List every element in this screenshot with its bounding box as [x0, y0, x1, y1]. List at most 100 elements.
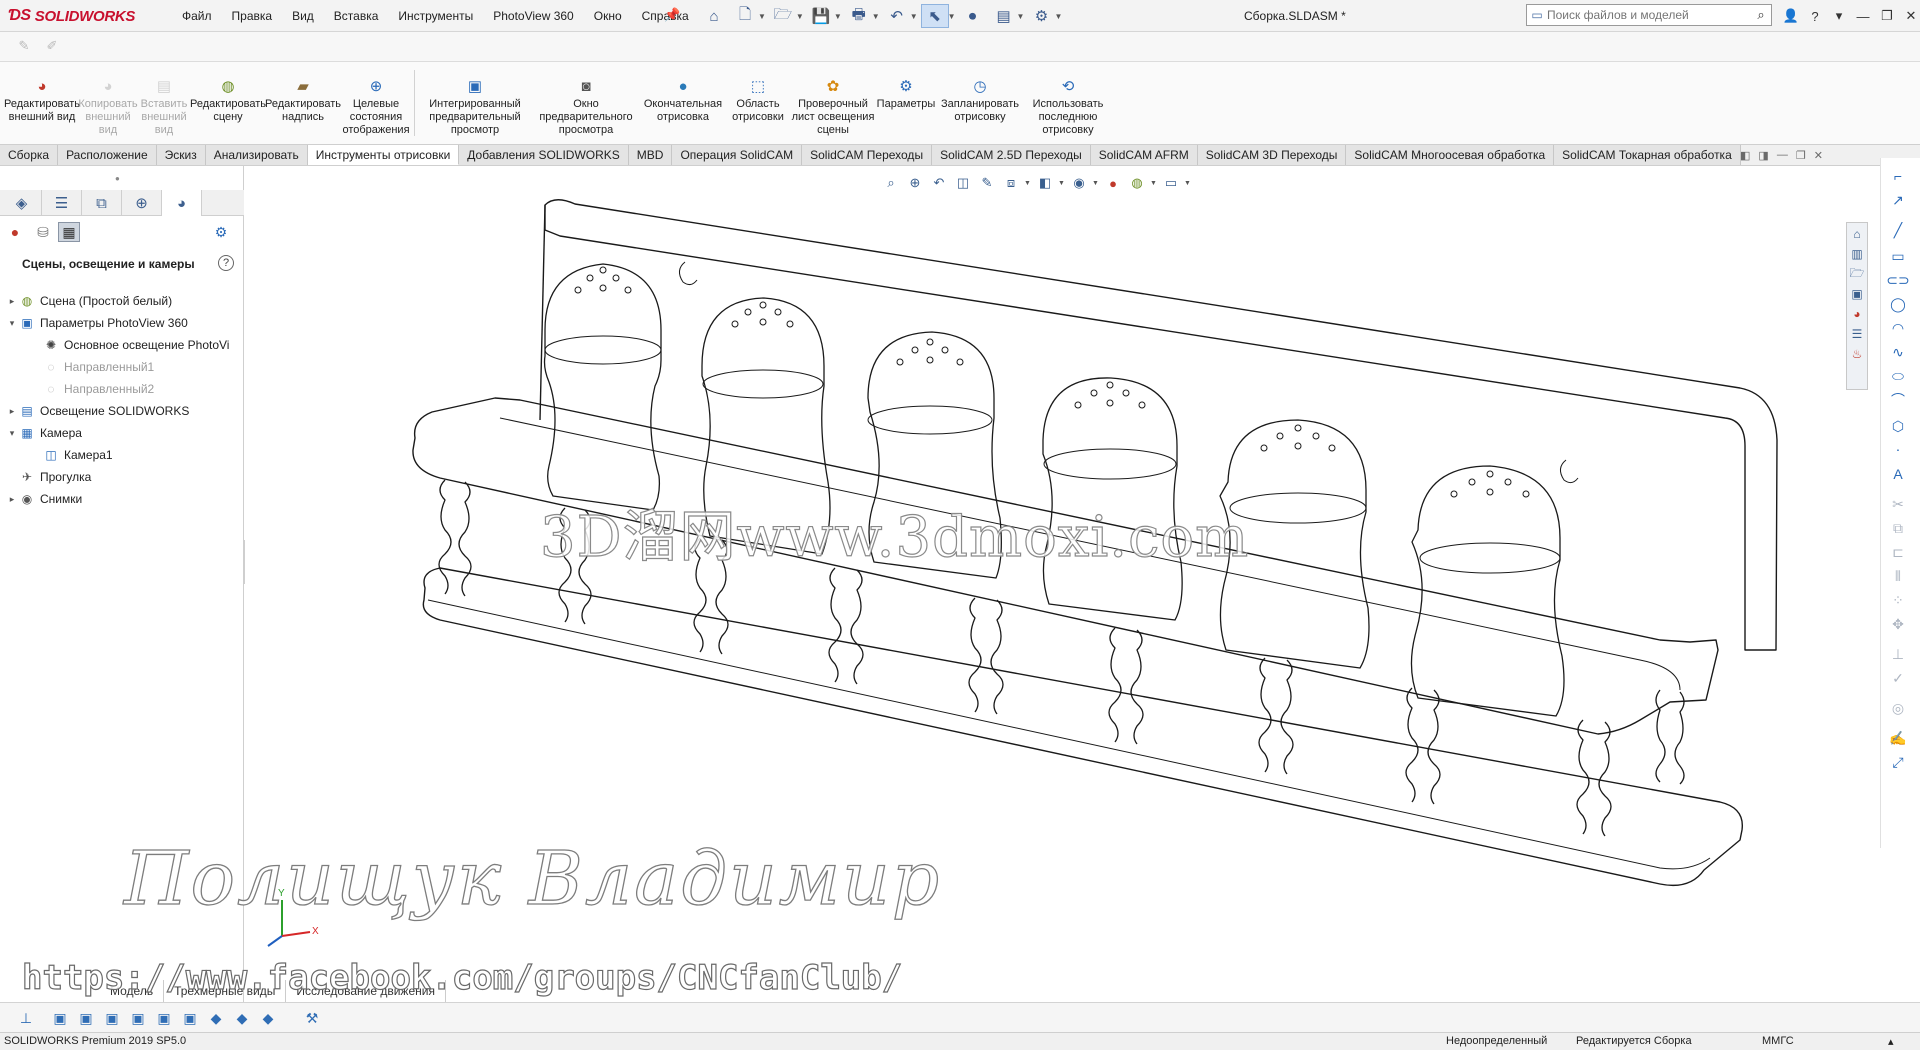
solidworks-logo[interactable]: ƊS SOLIDWORKS	[8, 4, 135, 28]
home-icon[interactable]: ⌂	[700, 4, 728, 28]
apply-scene-icon[interactable]: ◍	[1126, 173, 1148, 193]
ribbon-command[interactable]: ▣ Интегрированный предварительный просмот…	[419, 62, 531, 137]
tree-item[interactable]: ▸ ◉ Снимки	[0, 488, 244, 510]
status-chevron-icon[interactable]: ▴	[1888, 1035, 1894, 1048]
pane-grip[interactable]: ●	[115, 174, 120, 183]
zoom-to-fit-icon[interactable]: ⌕	[880, 173, 902, 193]
tree-item[interactable]: ✈ Прогулка	[0, 466, 244, 488]
tree-item[interactable]: ◌ Направленный2	[0, 378, 244, 400]
graphics-area[interactable]: Y X	[245, 166, 1880, 980]
quick-snaps-icon[interactable]: ◎	[1887, 698, 1909, 718]
close-icon[interactable]: ✕	[1900, 8, 1920, 24]
tab-1[interactable]: Сборка	[0, 145, 59, 165]
tab-5[interactable]: Инструменты отрисовки	[307, 145, 460, 165]
rapid-sketch-icon[interactable]: ✍	[1887, 728, 1909, 748]
tree-item[interactable]: ✺ Основное освещение PhotoVi	[0, 334, 244, 356]
chevron-down-icon[interactable]: ▼	[758, 12, 766, 21]
tab-12[interactable]: SolidCAM 3D Переходы	[1197, 145, 1347, 165]
solidworks-resources-icon[interactable]: ⌂	[1848, 225, 1866, 243]
options-gear-icon[interactable]: ⚙	[1027, 4, 1055, 28]
right-view-icon[interactable]: ▣	[128, 1008, 148, 1028]
sketch-icon[interactable]: ⌐	[1887, 166, 1909, 186]
minimize-icon[interactable]: —	[1852, 9, 1874, 24]
display-relations-icon[interactable]: ⊥	[1887, 644, 1909, 664]
arc-icon[interactable]: ◠	[1887, 318, 1909, 338]
chevron-down-icon[interactable]: ▾	[1828, 8, 1850, 24]
bottom-tab[interactable]: Исследование движения	[286, 980, 446, 1002]
edit-appearance-icon[interactable]: ●	[1102, 173, 1124, 193]
zoom-to-area-icon[interactable]: ⊕	[904, 173, 926, 193]
display-style-icon[interactable]: ◧	[1034, 173, 1056, 193]
open-folder-icon[interactable]: 🗁	[769, 4, 797, 28]
help-icon[interactable]: ?	[218, 255, 234, 271]
ribbon-command[interactable]: ▰ Редактировать надпись	[264, 62, 342, 124]
view-palette-icon[interactable]: ▣	[1848, 285, 1866, 303]
tab-8[interactable]: Операция SolidCAM	[672, 145, 803, 165]
chevron-down-icon[interactable]: ▼	[1150, 180, 1158, 187]
sketch-tool-icon[interactable]: ✎	[14, 38, 34, 56]
appearances-icon[interactable]: ◕	[1848, 305, 1866, 323]
pin-icon[interactable]: 📌	[664, 7, 680, 23]
dimxpert-tab-icon[interactable]: ⊕	[122, 190, 162, 216]
chevron-down-icon[interactable]: ▼	[1017, 12, 1025, 21]
select-pointer-icon[interactable]: ⬉	[920, 4, 949, 28]
search-icon[interactable]: ⌕	[1751, 7, 1771, 23]
menu-item[interactable]: Вид	[282, 9, 324, 23]
menu-item[interactable]: Инструменты	[388, 9, 483, 23]
ribbon-command[interactable]: ◙ Окно предварительного просмотра	[531, 62, 641, 137]
tree-item[interactable]: ▾ ▦ Камера	[0, 422, 244, 444]
menu-item[interactable]: Вставка	[324, 9, 389, 23]
ribbon-command[interactable]: ● Окончательная отрисовка	[641, 62, 725, 124]
bottom-tab[interactable]: Трехмерные виды	[164, 980, 287, 1002]
ribbon-command[interactable]: ⟲ Использовать последнюю отрисовку	[1023, 62, 1113, 137]
line-icon[interactable]: ╱	[1887, 220, 1909, 240]
menu-item[interactable]: Файл	[172, 9, 222, 23]
featuremanager-tab-icon[interactable]: ◈	[2, 190, 42, 216]
search-scope-icon[interactable]: ▭	[1527, 8, 1547, 22]
left-view-icon[interactable]: ▣	[102, 1008, 122, 1028]
file-explorer-icon[interactable]: 🗁	[1848, 265, 1866, 283]
mirror-icon[interactable]: ⫴	[1887, 566, 1909, 586]
spline-icon[interactable]: ∿	[1887, 342, 1909, 362]
close-doc-icon[interactable]: ✕	[1814, 149, 1823, 162]
bottom-tab[interactable]: Модель	[100, 980, 165, 1002]
triad-orientation-icon[interactable]: ⊥	[16, 1008, 36, 1028]
display-manager-tab-icon[interactable]: ◕	[162, 190, 202, 216]
design-library-icon[interactable]: ▥	[1848, 245, 1866, 263]
menu-item[interactable]: PhotoView 360	[483, 9, 584, 23]
solidworks-forum-icon[interactable]: ♨	[1848, 345, 1866, 363]
restore-doc-icon[interactable]: ❐	[1796, 149, 1806, 162]
tab-2[interactable]: Расположение	[58, 145, 157, 165]
expander-icon[interactable]: ▸	[6, 296, 18, 307]
chevron-down-icon[interactable]: ▼	[1184, 180, 1192, 187]
help-icon[interactable]: ?	[1804, 9, 1826, 24]
expander-icon[interactable]: ▸	[6, 406, 18, 417]
rectangle-icon[interactable]: ▭	[1887, 246, 1909, 266]
ribbon-command[interactable]: ◍ Редактировать сцену	[190, 62, 266, 124]
chevron-down-icon[interactable]: ▼	[834, 12, 842, 21]
ribbon-command[interactable]: ▤ Вставить внешний вид	[136, 62, 192, 137]
measure-icon[interactable]: ⚒	[302, 1008, 322, 1028]
save-icon[interactable]: 💾	[807, 4, 835, 28]
text-icon[interactable]: A	[1887, 464, 1909, 484]
search-input[interactable]	[1547, 8, 1751, 22]
ribbon-command[interactable]: ◕ Копировать внешний вид	[78, 62, 137, 137]
ribbon-command[interactable]: ◕ Редактировать внешний вид	[4, 62, 80, 124]
chevron-down-icon[interactable]: ▼	[872, 12, 880, 21]
back-view-icon[interactable]: ▣	[76, 1008, 96, 1028]
ribbon-command[interactable]: ✿ Проверочный лист освещения сцены	[791, 62, 875, 137]
dynamic-annotation-icon[interactable]: ✎	[976, 173, 998, 193]
convert-entities-icon[interactable]: ⧉	[1887, 518, 1909, 538]
appearance-view-icon[interactable]: ●	[4, 222, 26, 242]
move-entities-icon[interactable]: ✥	[1887, 614, 1909, 634]
repair-sketch-icon[interactable]: ✓	[1887, 668, 1909, 688]
ellipse-icon[interactable]: ⬭	[1887, 366, 1909, 386]
user-icon[interactable]: 👤	[1780, 8, 1802, 24]
tab-13[interactable]: SolidCAM Многоосевая обработка	[1346, 145, 1555, 165]
decal-view-icon[interactable]: ⛁	[32, 222, 54, 242]
front-view-icon[interactable]: ▣	[50, 1008, 70, 1028]
minimize-doc-icon[interactable]: —	[1777, 149, 1788, 161]
chevron-down-icon[interactable]: ▼	[910, 12, 918, 21]
tab-6[interactable]: Добавления SOLIDWORKS	[459, 145, 629, 165]
smart-dimension-icon[interactable]: ↗	[1887, 190, 1909, 210]
